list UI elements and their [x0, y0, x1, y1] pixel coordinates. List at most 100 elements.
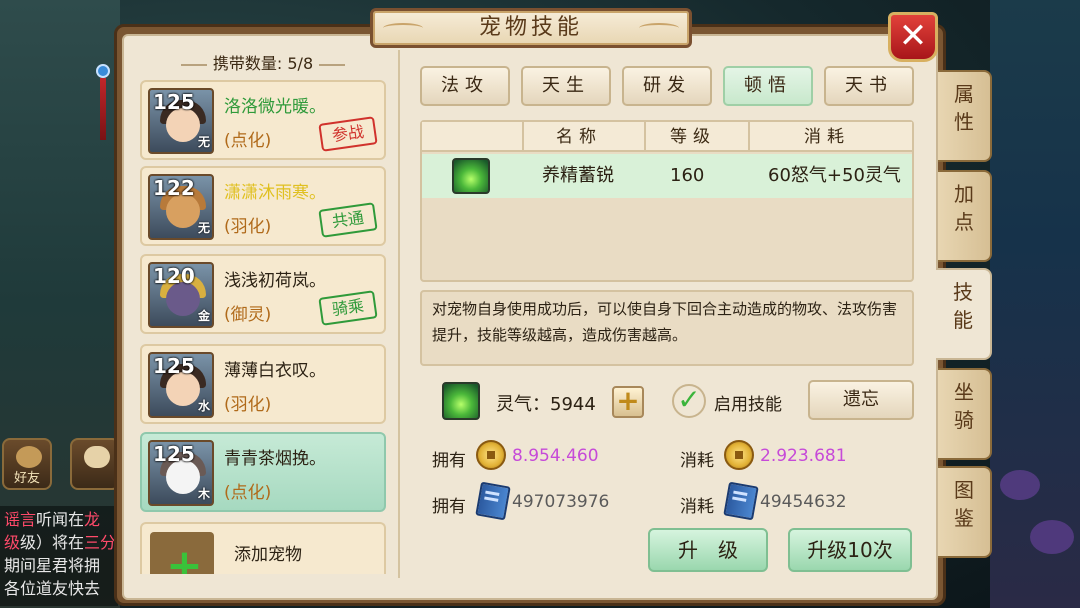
- cloud-ornament-left: [383, 23, 423, 33]
- pet-status-stamp: 骑乘: [318, 290, 378, 326]
- jade-pendant-decor: [96, 50, 112, 150]
- skill-category-tabs: 法攻 天生 研发 顿悟 天书: [420, 66, 914, 108]
- pet-name: 洛洛微光暖。: [224, 97, 326, 117]
- plus-icon: +: [616, 384, 640, 417]
- tab-mount[interactable]: 坐骑: [938, 368, 992, 460]
- header-level: 等级: [670, 127, 716, 147]
- pet-status-stamp: 参战: [318, 116, 378, 152]
- cost-label: 消耗: [680, 497, 714, 517]
- tab-attributes[interactable]: 属性: [938, 70, 992, 162]
- pet-item[interactable]: 125 水 薄薄白衣叹。 (羽化): [140, 344, 386, 424]
- pet-element: 无: [197, 221, 210, 235]
- pet-type: (点化): [224, 483, 272, 503]
- flower-decor: [1030, 520, 1074, 554]
- background-scenery-right: [990, 0, 1080, 608]
- pet-avatar: 122 无: [148, 174, 214, 240]
- pet-item[interactable]: 120 金 浅浅初荷岚。 (御灵) 骑乘: [140, 254, 386, 334]
- pet-type: (点化): [224, 131, 272, 151]
- pet-avatar: 125 无: [148, 88, 214, 154]
- pet-level: 122: [153, 176, 195, 200]
- chat-line: 期间星君将拥: [4, 556, 101, 575]
- pet-level: 125: [153, 354, 195, 378]
- enable-skill-checkbox[interactable]: ✓: [672, 384, 706, 418]
- pet-name: 青青茶烟挽。: [224, 449, 326, 469]
- pet-name: 潇潇沐雨寒。: [224, 183, 326, 203]
- coin-icon: [476, 440, 506, 470]
- skill-book-icon: [475, 481, 511, 521]
- pet-element: 金: [197, 309, 210, 323]
- friend-label: 好友: [13, 471, 40, 486]
- pet-item[interactable]: 125 无 洛洛微光暖。 (点化) 参战: [140, 80, 386, 160]
- skill-table: 名称 等级 消耗 养精蓄锐 160 60怒气+50灵气: [420, 120, 914, 282]
- close-icon: ✕: [898, 16, 928, 56]
- chat-line: 级级）将在三分: [4, 533, 117, 552]
- tab-tianshu[interactable]: 天书: [824, 66, 914, 106]
- flower-decor: [1000, 470, 1040, 500]
- pet-level: 125: [153, 90, 195, 114]
- cost-label: 消耗: [680, 451, 714, 471]
- upgrade-button[interactable]: 升 级: [648, 528, 768, 572]
- header-cost: 消耗: [804, 127, 850, 147]
- skill-icon: [452, 158, 490, 194]
- plus-icon: +: [166, 540, 203, 575]
- pet-element: 无: [197, 135, 210, 149]
- title-plate: 宠物技能: [370, 8, 692, 48]
- friend-button[interactable]: 好友: [2, 438, 52, 490]
- skill-name: 养精蓄锐: [542, 165, 614, 186]
- tab-add-points[interactable]: 加点: [938, 170, 992, 262]
- tab-skills[interactable]: 技能: [936, 268, 992, 360]
- add-lingqi-button[interactable]: +: [612, 386, 644, 418]
- pet-avatar: 125 木: [148, 440, 214, 506]
- tab-yanfa[interactable]: 研发: [622, 66, 712, 106]
- pet-element: 木: [197, 487, 210, 501]
- pet-item[interactable]: 122 无 潇潇沐雨寒。 (羽化) 共通: [140, 166, 386, 246]
- skill-cost: 60怒气+50灵气: [768, 165, 901, 186]
- carry-count-value: 5/8: [287, 54, 314, 73]
- coin-icon: [724, 440, 754, 470]
- own-label: 拥有: [432, 451, 466, 471]
- table-row[interactable]: 养精蓄锐 160 60怒气+50灵气: [422, 154, 912, 198]
- add-pet-slot: +: [150, 532, 214, 574]
- add-pet-button[interactable]: + 添加宠物: [140, 522, 386, 574]
- tab-fagong[interactable]: 法攻: [420, 66, 510, 106]
- chat-button[interactable]: [70, 438, 120, 490]
- lingqi-value: 灵气：5944: [496, 394, 596, 415]
- close-button[interactable]: ✕: [888, 12, 938, 62]
- tab-handbook[interactable]: 图鉴: [938, 466, 992, 558]
- skill-level: 160: [670, 165, 705, 186]
- pet-type: (羽化): [224, 395, 272, 415]
- handshake-icon: [16, 446, 42, 468]
- pet-type: (御灵): [224, 305, 272, 325]
- tab-tiansheng[interactable]: 天生: [521, 66, 611, 106]
- side-shortcuts: 好友: [2, 438, 122, 498]
- pet-avatar: 120 金: [148, 262, 214, 328]
- carry-count: 携带数量: 5/8: [138, 50, 388, 78]
- enable-skill-label: 启用技能: [714, 395, 782, 415]
- skill-book-icon: [723, 481, 759, 521]
- pet-element: 水: [197, 399, 210, 413]
- pet-avatar: 125 水: [148, 352, 214, 418]
- skill-description: 对宠物自身使用成功后，可以使自身下回合主动造成的物攻、法攻伤害提升，技能等级越高…: [420, 290, 914, 366]
- speech-bubble-icon: [84, 446, 110, 468]
- chat-log[interactable]: 谣言听闻在龙 级级）将在三分 期间星君将拥 各位道友快去: [0, 506, 118, 606]
- add-pet-label: 添加宠物: [234, 545, 302, 565]
- window-title: 宠物技能: [478, 15, 583, 40]
- forget-button[interactable]: 遗忘: [808, 380, 914, 420]
- cloud-ornament-right: [639, 23, 679, 33]
- pet-list-panel: 携带数量: 5/8 125 无 洛洛微光暖。 (点化) 参战 122 无 潇潇沐…: [138, 50, 388, 574]
- chat-line: 谣言听闻在龙: [4, 510, 101, 529]
- pet-name: 浅浅初荷岚。: [224, 271, 326, 291]
- upgrade-10-button[interactable]: 升级10次: [788, 528, 912, 572]
- pet-item-selected[interactable]: 125 木 青青茶烟挽。 (点化): [140, 432, 386, 512]
- coin-own-value: 8.954.460: [512, 446, 599, 466]
- pet-type: (羽化): [224, 217, 272, 237]
- header-name: 名称: [556, 127, 602, 147]
- coin-cost-value: 2.923.681: [760, 446, 847, 466]
- chat-line: 各位道友快去: [4, 579, 101, 598]
- pet-name: 薄薄白衣叹。: [224, 361, 326, 381]
- pet-level: 125: [153, 442, 195, 466]
- tab-dunwu[interactable]: 顿悟: [723, 66, 813, 106]
- table-header: 名称 等级 消耗: [422, 122, 912, 152]
- pet-level: 120: [153, 264, 195, 288]
- column-divider: [398, 50, 400, 578]
